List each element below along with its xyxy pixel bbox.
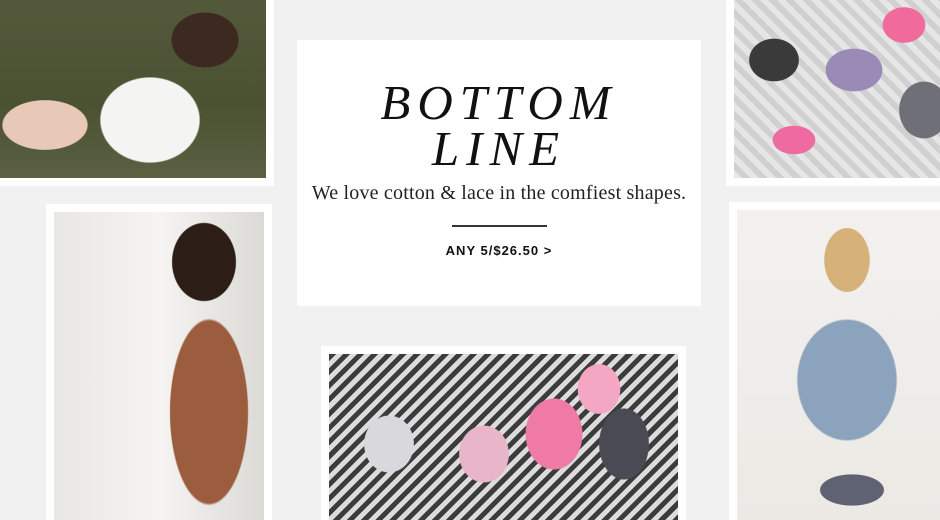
model-in-sweater-image[interactable] — [737, 210, 940, 520]
divider — [451, 225, 547, 227]
promo-card: BOTTOM LINE We love cotton & lace in the… — [297, 40, 701, 306]
tile-model-couch — [0, 0, 274, 186]
tile-model-sweater — [729, 202, 940, 520]
promo-title-line1: BOTTOM — [380, 75, 618, 130]
model-on-couch-image[interactable] — [0, 0, 266, 178]
shop-offer-link[interactable]: ANY 5/$26.50 > — [446, 243, 553, 258]
tile-underwear-pile-bottom — [321, 346, 686, 520]
model-back-view-image[interactable] — [54, 212, 264, 520]
promo-subtitle: We love cotton & lace in the comfiest sh… — [311, 182, 687, 204]
tile-model-back — [46, 204, 272, 520]
underwear-pile-image-top[interactable] — [734, 0, 940, 178]
tile-underwear-pile-top — [726, 0, 940, 186]
promo-title-line2: LINE — [431, 121, 567, 176]
underwear-pile-image-bottom[interactable] — [329, 354, 678, 520]
promo-title: BOTTOM LINE — [297, 75, 701, 176]
